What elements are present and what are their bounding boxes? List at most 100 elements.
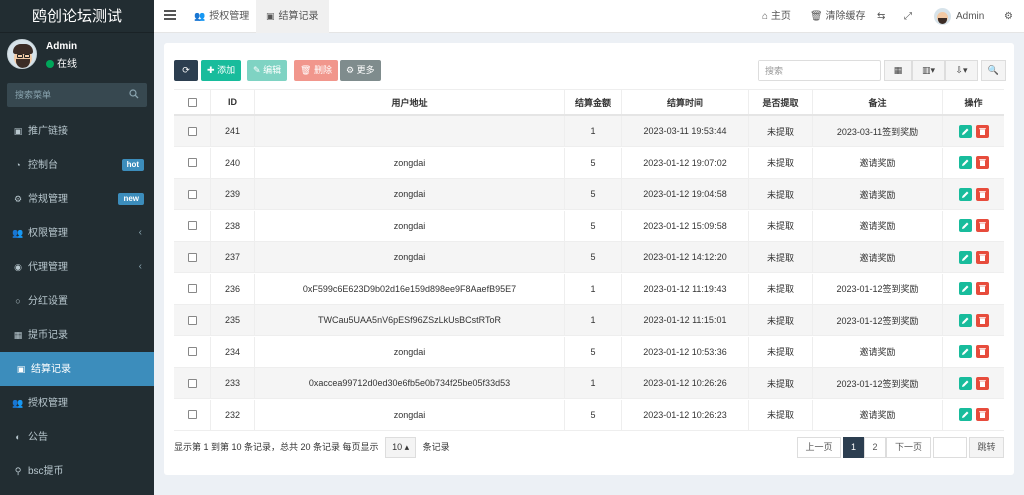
sidebar-item[interactable]: ○ 分红设置: [0, 284, 154, 318]
table-row[interactable]: 233 0xaccea99712d0ed30e6fb5e0b734f25be05f…: [174, 368, 1004, 399]
checkbox-icon[interactable]: [187, 347, 197, 356]
delete-row-button[interactable]: [975, 408, 989, 421]
settings-icon[interactable]: ⚙: [1004, 0, 1013, 33]
row-checkbox[interactable]: [174, 274, 210, 304]
search-icon[interactable]: [129, 89, 139, 99]
page-2-button[interactable]: 2: [864, 437, 886, 458]
delete-row-button[interactable]: [975, 313, 989, 327]
page-1-button[interactable]: 1: [843, 437, 864, 458]
table-row[interactable]: 238 zongdai 5 2023-01-12 15:09:58 未提取 邀请奖励: [174, 210, 1004, 242]
row-checkbox[interactable]: [174, 116, 210, 146]
add-button[interactable]: ✚ 添加: [201, 60, 242, 81]
edit-row-button[interactable]: [958, 376, 972, 390]
row-checkbox[interactable]: [174, 305, 210, 335]
app-title[interactable]: 鸥创论坛测试: [0, 0, 154, 33]
table-row[interactable]: 234 zongdai 5 2023-01-12 10:53:36 未提取 邀请奖励: [174, 336, 1004, 368]
row-actions: [942, 273, 1004, 304]
delete-row-button[interactable]: [975, 250, 989, 264]
checkbox-icon[interactable]: [187, 284, 197, 293]
row-checkbox[interactable]: [174, 337, 210, 367]
edit-row-button[interactable]: [958, 408, 972, 421]
export-button[interactable]: ⇩▾: [945, 60, 978, 81]
row-checkbox[interactable]: [174, 242, 210, 272]
delete-row-button[interactable]: [975, 376, 989, 390]
table-row[interactable]: 239 zongdai 5 2023-01-12 19:04:58 未提取 邀请奖励: [174, 179, 1004, 210]
fullscreen-icon[interactable]: ⤢: [904, 0, 912, 33]
sidebar-item-label: 常规管理: [28, 194, 68, 205]
checkbox-icon[interactable]: [187, 126, 197, 136]
sidebar-item[interactable]: 👥 授权管理: [0, 386, 154, 420]
sidebar-item[interactable]: ◐ 公告: [0, 420, 154, 454]
sidebar-item[interactable]: 👥 权限管理 ‹: [0, 216, 154, 250]
trash-icon: [978, 411, 986, 418]
checkbox-icon[interactable]: [187, 378, 197, 388]
sidebar-item[interactable]: ◉ 代理管理 ‹: [0, 250, 154, 284]
sidebar-item-label: 授权管理: [28, 398, 68, 409]
table-row[interactable]: 240 zongdai 5 2023-01-12 19:07:02 未提取 邀请奖励: [174, 147, 1004, 179]
table-row[interactable]: 241 1 2023-03-11 19:53:44 未提取 2023-03-11签到奖励: [174, 116, 1004, 147]
checkbox-icon[interactable]: [187, 189, 197, 199]
next-page-button[interactable]: 下一页: [886, 437, 931, 458]
sidebar-item[interactable]: ▣ 结算记录: [0, 352, 154, 386]
edit-row-button[interactable]: [958, 282, 972, 295]
sidebar-item[interactable]: ⚙ 常规管理 new: [0, 182, 154, 216]
delete-row-button[interactable]: [975, 156, 989, 169]
edit-row-button[interactable]: [958, 187, 972, 201]
edit-row-button[interactable]: [958, 345, 972, 358]
table-row[interactable]: 237 zongdai 5 2023-01-12 14:12:20 未提取 邀请奖励: [174, 242, 1004, 273]
search-toggle-button[interactable]: 🔍: [981, 60, 1006, 81]
translate-icon[interactable]: ⇆: [877, 0, 885, 33]
select-all-checkbox[interactable]: [174, 90, 210, 114]
prev-page-button[interactable]: 上一页: [797, 437, 841, 458]
goto-button[interactable]: 跳转: [969, 437, 1004, 458]
edit-row-button[interactable]: [958, 219, 972, 232]
edit-row-button[interactable]: [958, 156, 972, 169]
sidebar-item[interactable]: ▦ 提币记录: [0, 318, 154, 352]
edit-row-button[interactable]: [958, 250, 972, 264]
home-link[interactable]: ⌂ 主页: [762, 0, 791, 33]
menu-toggle-icon[interactable]: [164, 10, 176, 22]
table-row[interactable]: 235 TWCau5UAA5nV6pESf96ZSzLkUsBCstRToR 1 20…: [174, 305, 1004, 336]
checkbox-icon[interactable]: [187, 221, 197, 230]
more-button[interactable]: ⚙ 更多: [340, 60, 381, 81]
columns-button[interactable]: ▥▾: [912, 60, 945, 81]
checkbox-icon[interactable]: [187, 410, 197, 419]
checkbox-icon[interactable]: [187, 158, 197, 167]
cell-note: 2023-01-12签到奖励: [812, 305, 942, 335]
checkbox-icon[interactable]: [187, 315, 197, 325]
edit-row-button[interactable]: [958, 313, 972, 327]
delete-row-button[interactable]: [975, 282, 989, 295]
goto-page-input[interactable]: [933, 437, 967, 458]
table-row[interactable]: 232 zongdai 5 2023-01-12 10:26:23 未提取 邀请奖励: [174, 399, 1004, 431]
delete-row-button[interactable]: [975, 345, 989, 358]
edit-button[interactable]: ✎ 编辑: [247, 60, 288, 81]
sidebar-item[interactable]: ⚲ bsc提币: [0, 454, 154, 488]
delete-row-button[interactable]: [975, 219, 989, 232]
clear-cache-link[interactable]: 🗑 清除缓存: [810, 0, 865, 33]
checkbox-icon[interactable]: [187, 252, 197, 262]
row-checkbox[interactable]: [174, 148, 210, 178]
tab-settlement[interactable]: ▣ 结算记录: [256, 0, 329, 33]
row-checkbox[interactable]: [174, 179, 210, 209]
page-size-select[interactable]: 10 ▴: [385, 437, 417, 458]
row-checkbox[interactable]: [174, 368, 210, 398]
row-checkbox[interactable]: [174, 211, 210, 241]
add-label: 添加: [217, 65, 236, 75]
sidebar-item[interactable]: ▣ 推广链接: [0, 114, 154, 148]
delete-row-button[interactable]: [975, 187, 989, 201]
table-header: ID 用户地址 结算金额 结算时间 是否提取 备注 操作: [174, 89, 1004, 116]
table-row[interactable]: 236 0xF599c6E623D9b02d16e159d898ee9F8Aaef…: [174, 273, 1004, 305]
toggle-view-button[interactable]: ▦: [884, 60, 912, 81]
delete-row-button[interactable]: [975, 124, 989, 138]
sidebar-search-input[interactable]: [7, 83, 117, 107]
table-search-input[interactable]: [759, 61, 874, 80]
tab-auth-manage[interactable]: 👥 授权管理: [184, 0, 259, 33]
sidebar-item[interactable]: ◔ 控制台 hot: [0, 148, 154, 182]
refresh-button[interactable]: ⟳: [174, 60, 198, 81]
delete-button[interactable]: 🗑 删除: [294, 60, 338, 81]
checkbox-icon[interactable]: [187, 97, 197, 107]
edit-row-button[interactable]: [958, 124, 972, 138]
refresh-icon: ⟳: [182, 65, 190, 75]
admin-menu[interactable]: Admin: [934, 0, 984, 33]
row-checkbox[interactable]: [174, 400, 210, 430]
